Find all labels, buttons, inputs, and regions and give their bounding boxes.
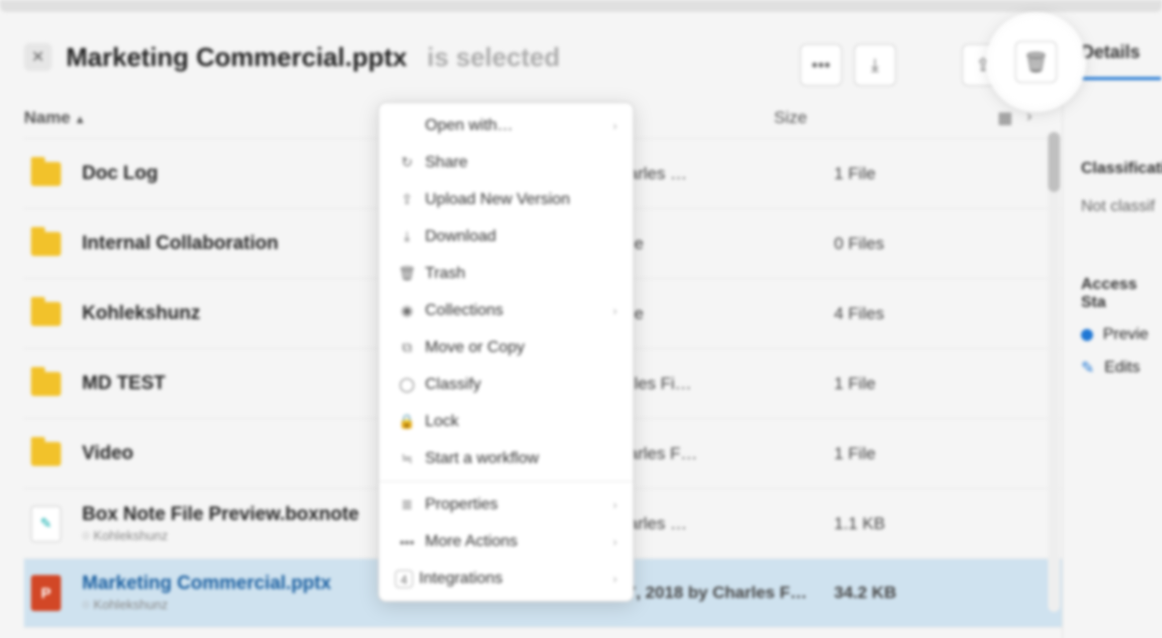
collapse-sidebar-icon[interactable]: › bbox=[1027, 108, 1032, 128]
powerpoint-icon: P bbox=[31, 575, 61, 611]
trash-icon: 🗑 bbox=[1023, 50, 1048, 75]
file-size: 1 File bbox=[834, 444, 984, 464]
boxnote-icon: ✎ bbox=[31, 506, 61, 542]
menu-item-icon: ••• bbox=[395, 534, 419, 550]
file-size: 0 Files bbox=[834, 234, 984, 254]
menu-item-share[interactable]: ↻ Share bbox=[379, 144, 633, 181]
scrollbar-thumb[interactable] bbox=[1048, 132, 1060, 192]
menu-item-lock[interactable]: 🔒 Lock bbox=[379, 403, 633, 440]
menu-item-icon: ◯ bbox=[395, 376, 419, 393]
more-actions-button[interactable]: ••• bbox=[800, 44, 842, 86]
chevron-right-icon: › bbox=[613, 304, 617, 318]
menu-item-icon: ≒ bbox=[395, 450, 419, 467]
close-icon: ✕ bbox=[31, 47, 44, 67]
menu-item-label: Classify bbox=[425, 376, 617, 394]
classification-label: Classificati bbox=[1081, 160, 1162, 178]
folder-icon bbox=[31, 372, 61, 396]
menu-item-label: Share bbox=[425, 154, 617, 172]
chevron-right-icon: › bbox=[613, 535, 617, 549]
chevron-right-icon: › bbox=[613, 498, 617, 512]
eye-icon bbox=[1081, 329, 1093, 341]
scrollbar[interactable] bbox=[1048, 132, 1060, 612]
menu-item-move-or-copy[interactable]: ⧉ Move or Copy bbox=[379, 329, 633, 366]
grid-view-icon[interactable]: ▦ bbox=[998, 108, 1013, 128]
menu-separator bbox=[379, 481, 633, 482]
upload-icon: ⇪ bbox=[975, 55, 990, 76]
menu-item-properties[interactable]: ≣ Properties› bbox=[379, 486, 633, 523]
menu-item-icon: ◉ bbox=[395, 302, 419, 319]
menu-item-label: Move or Copy bbox=[425, 339, 617, 357]
folder-icon bbox=[31, 232, 61, 256]
menu-item-label: Trash bbox=[425, 265, 617, 283]
menu-item-classify[interactable]: ◯ Classify bbox=[379, 366, 633, 403]
context-menu: Open with…›↻Share⇪Upload New Version⤓Dow… bbox=[378, 102, 634, 602]
menu-item-label: Integrations bbox=[419, 570, 613, 588]
sort-asc-icon: ▴ bbox=[77, 112, 83, 126]
file-size: 4 Files bbox=[834, 304, 984, 324]
menu-item-open-with[interactable]: Open with…› bbox=[379, 107, 633, 144]
top-placeholder bbox=[0, 0, 1162, 12]
menu-item-label: Collections bbox=[425, 302, 613, 320]
tab-details[interactable]: Details bbox=[1081, 42, 1162, 63]
classification-value: Not classif bbox=[1081, 198, 1162, 216]
menu-item-label: Download bbox=[425, 228, 617, 246]
menu-item-icon: 🔒 bbox=[395, 413, 419, 430]
file-size: 1 File bbox=[834, 374, 984, 394]
menu-item-download[interactable]: ⤓ Download bbox=[379, 218, 633, 255]
menu-item-integrations[interactable]: 4 Integrations› bbox=[379, 560, 633, 597]
selection-suffix: is selected bbox=[427, 42, 560, 73]
highlight-spotlight: 🗑 bbox=[992, 18, 1080, 106]
clear-selection-button[interactable]: ✕ bbox=[24, 43, 52, 71]
menu-item-icon: 4 bbox=[395, 570, 413, 588]
files-pane: ✕ Marketing Commercial.pptx is selected … bbox=[0, 22, 1062, 638]
menu-item-icon: ↻ bbox=[395, 154, 419, 171]
file-size: 34.2 KB bbox=[834, 583, 984, 603]
menu-item-label: Properties bbox=[425, 496, 613, 514]
menu-item-trash[interactable]: 🗑 Trash bbox=[379, 255, 633, 292]
pencil-icon: ✎ bbox=[1081, 358, 1094, 378]
menu-item-label: More Actions bbox=[425, 533, 613, 551]
chevron-right-icon: › bbox=[613, 119, 617, 133]
chevron-right-icon: › bbox=[613, 572, 617, 586]
folder-icon bbox=[31, 302, 61, 326]
file-size: 1.1 KB bbox=[834, 514, 984, 534]
menu-item-more-actions[interactable]: ••• More Actions› bbox=[379, 523, 633, 560]
menu-item-icon: ⤓ bbox=[395, 228, 419, 245]
edits-stat[interactable]: ✎ Edits bbox=[1081, 358, 1162, 378]
trash-button[interactable]: 🗑 bbox=[1015, 41, 1057, 83]
file-size: 1 File bbox=[834, 164, 984, 184]
menu-item-label: Lock bbox=[425, 413, 617, 431]
folder-icon bbox=[31, 162, 61, 186]
menu-item-icon: 🗑 bbox=[395, 265, 419, 282]
menu-item-label: Upload New Version bbox=[425, 191, 617, 209]
details-pane: Details Classificati Not classif Access … bbox=[1062, 22, 1162, 638]
menu-item-upload-new-version[interactable]: ⇪ Upload New Version bbox=[379, 181, 633, 218]
menu-item-icon: ⇪ bbox=[395, 191, 419, 208]
tab-underline bbox=[1081, 77, 1161, 80]
menu-item-icon: ≣ bbox=[395, 496, 419, 513]
download-icon: ⤓ bbox=[871, 55, 879, 76]
selection-filename: Marketing Commercial.pptx bbox=[66, 42, 407, 73]
ellipsis-icon: ••• bbox=[812, 55, 831, 76]
menu-item-icon: ⧉ bbox=[395, 339, 419, 356]
download-button[interactable]: ⤓ bbox=[854, 44, 896, 86]
menu-item-label: Start a workflow bbox=[425, 450, 617, 468]
folder-icon bbox=[31, 442, 61, 466]
preview-stat[interactable]: Previe bbox=[1081, 326, 1162, 344]
menu-item-start-a-workflow[interactable]: ≒ Start a workflow bbox=[379, 440, 633, 477]
menu-item-collections[interactable]: ◉ Collections› bbox=[379, 292, 633, 329]
access-stats-label: Access Sta bbox=[1081, 276, 1162, 312]
column-size[interactable]: Size bbox=[774, 108, 894, 128]
menu-item-label: Open with… bbox=[425, 117, 613, 135]
